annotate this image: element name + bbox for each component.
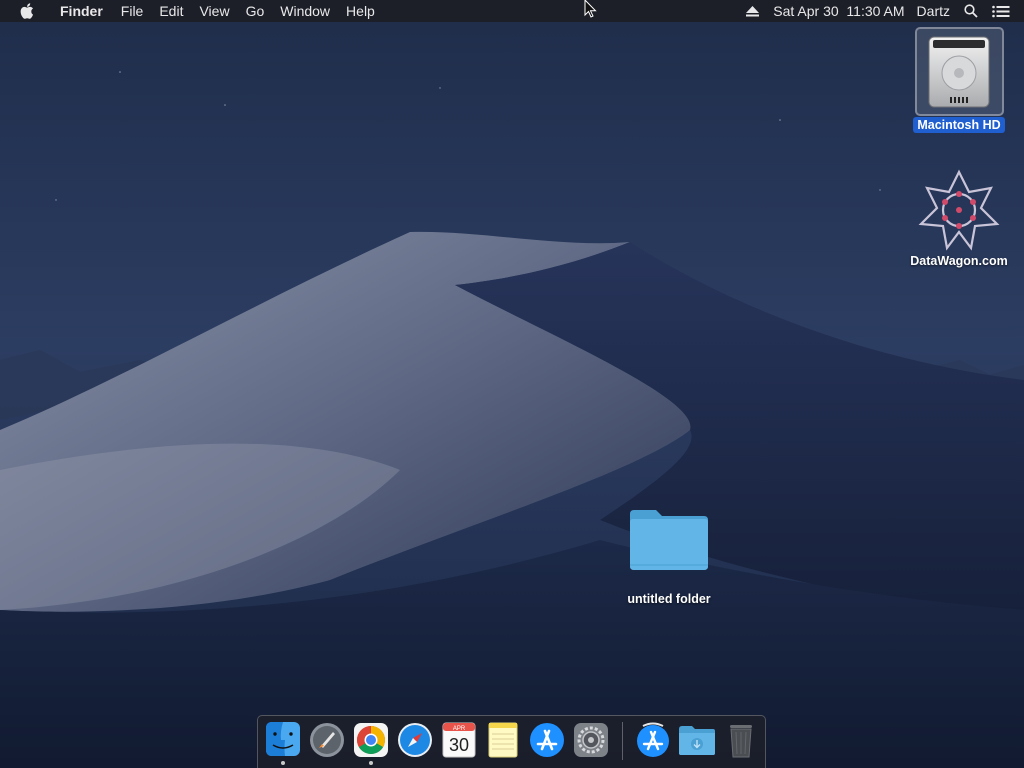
dock-item-safari[interactable] — [395, 720, 435, 760]
app-store-download-icon — [637, 722, 669, 757]
desktop-icon-label: DataWagon.com — [910, 254, 1008, 268]
dock-item-launchpad[interactable] — [307, 720, 347, 760]
dock-item-notes[interactable] — [483, 720, 523, 760]
datawagon-logo-icon — [917, 168, 1001, 252]
calendar-day: 30 — [449, 735, 469, 755]
safari-icon — [398, 723, 432, 757]
dock-item-calendar[interactable]: APR 30 — [439, 720, 479, 760]
menu-view[interactable]: View — [191, 0, 237, 22]
system-preferences-icon — [574, 723, 608, 757]
dock: APR 30 — [257, 715, 766, 768]
chrome-icon — [354, 723, 388, 757]
dock-item-app-store[interactable] — [527, 720, 567, 760]
menu-window[interactable]: Window — [272, 0, 338, 22]
menu-bar-status-area: Sat Apr 30 11:30 AM Dartz — [737, 0, 1024, 22]
desktop-icon-label: untitled folder — [627, 592, 711, 606]
app-store-icon — [530, 723, 564, 757]
trash-icon — [730, 725, 752, 758]
dock-item-system-preferences[interactable] — [571, 720, 611, 760]
running-indicator — [369, 761, 373, 765]
hard-drive-icon — [914, 27, 1004, 116]
menu-file[interactable]: File — [113, 0, 152, 22]
desktop-icon-untitled-folder[interactable]: untitled folder — [612, 506, 726, 608]
folder-icon — [628, 506, 710, 576]
downloads-folder-icon — [679, 726, 715, 755]
menu-help[interactable]: Help — [338, 0, 383, 22]
desktop-icon-macintosh-hd[interactable]: Macintosh HD — [906, 27, 1012, 134]
list-icon[interactable] — [986, 0, 1016, 22]
eject-icon[interactable] — [737, 0, 767, 22]
desktop-wallpaper — [0, 0, 1024, 768]
dock-item-downloads[interactable] — [677, 720, 717, 760]
dock-item-chrome[interactable] — [351, 720, 391, 765]
launchpad-icon — [310, 723, 344, 757]
dock-separator — [622, 722, 623, 760]
apple-logo-icon[interactable] — [20, 0, 38, 22]
finder-icon — [266, 722, 300, 756]
menu-go[interactable]: Go — [238, 0, 273, 22]
dock-item-app-store-download[interactable] — [633, 720, 673, 760]
menu-clock[interactable]: Sat Apr 30 11:30 AM — [767, 0, 910, 22]
desktop-icon-label: Macintosh HD — [913, 117, 1005, 133]
dock-item-trash[interactable] — [721, 720, 761, 760]
calendar-month: APR — [453, 726, 466, 732]
dock-item-finder[interactable] — [263, 720, 303, 765]
desktop-icon-datawagon[interactable]: DataWagon.com — [898, 168, 1020, 270]
menu-user-name[interactable]: Dartz — [911, 0, 956, 22]
search-icon[interactable] — [956, 0, 986, 22]
mouse-cursor-icon — [584, 0, 597, 18]
calendar-icon: APR 30 — [442, 722, 476, 758]
menu-bar: Finder File Edit View Go Window Help Sat… — [0, 0, 1024, 22]
notes-icon — [488, 722, 518, 758]
running-indicator — [281, 761, 285, 765]
menu-app-finder[interactable]: Finder — [52, 0, 113, 22]
menu-edit[interactable]: Edit — [151, 0, 191, 22]
